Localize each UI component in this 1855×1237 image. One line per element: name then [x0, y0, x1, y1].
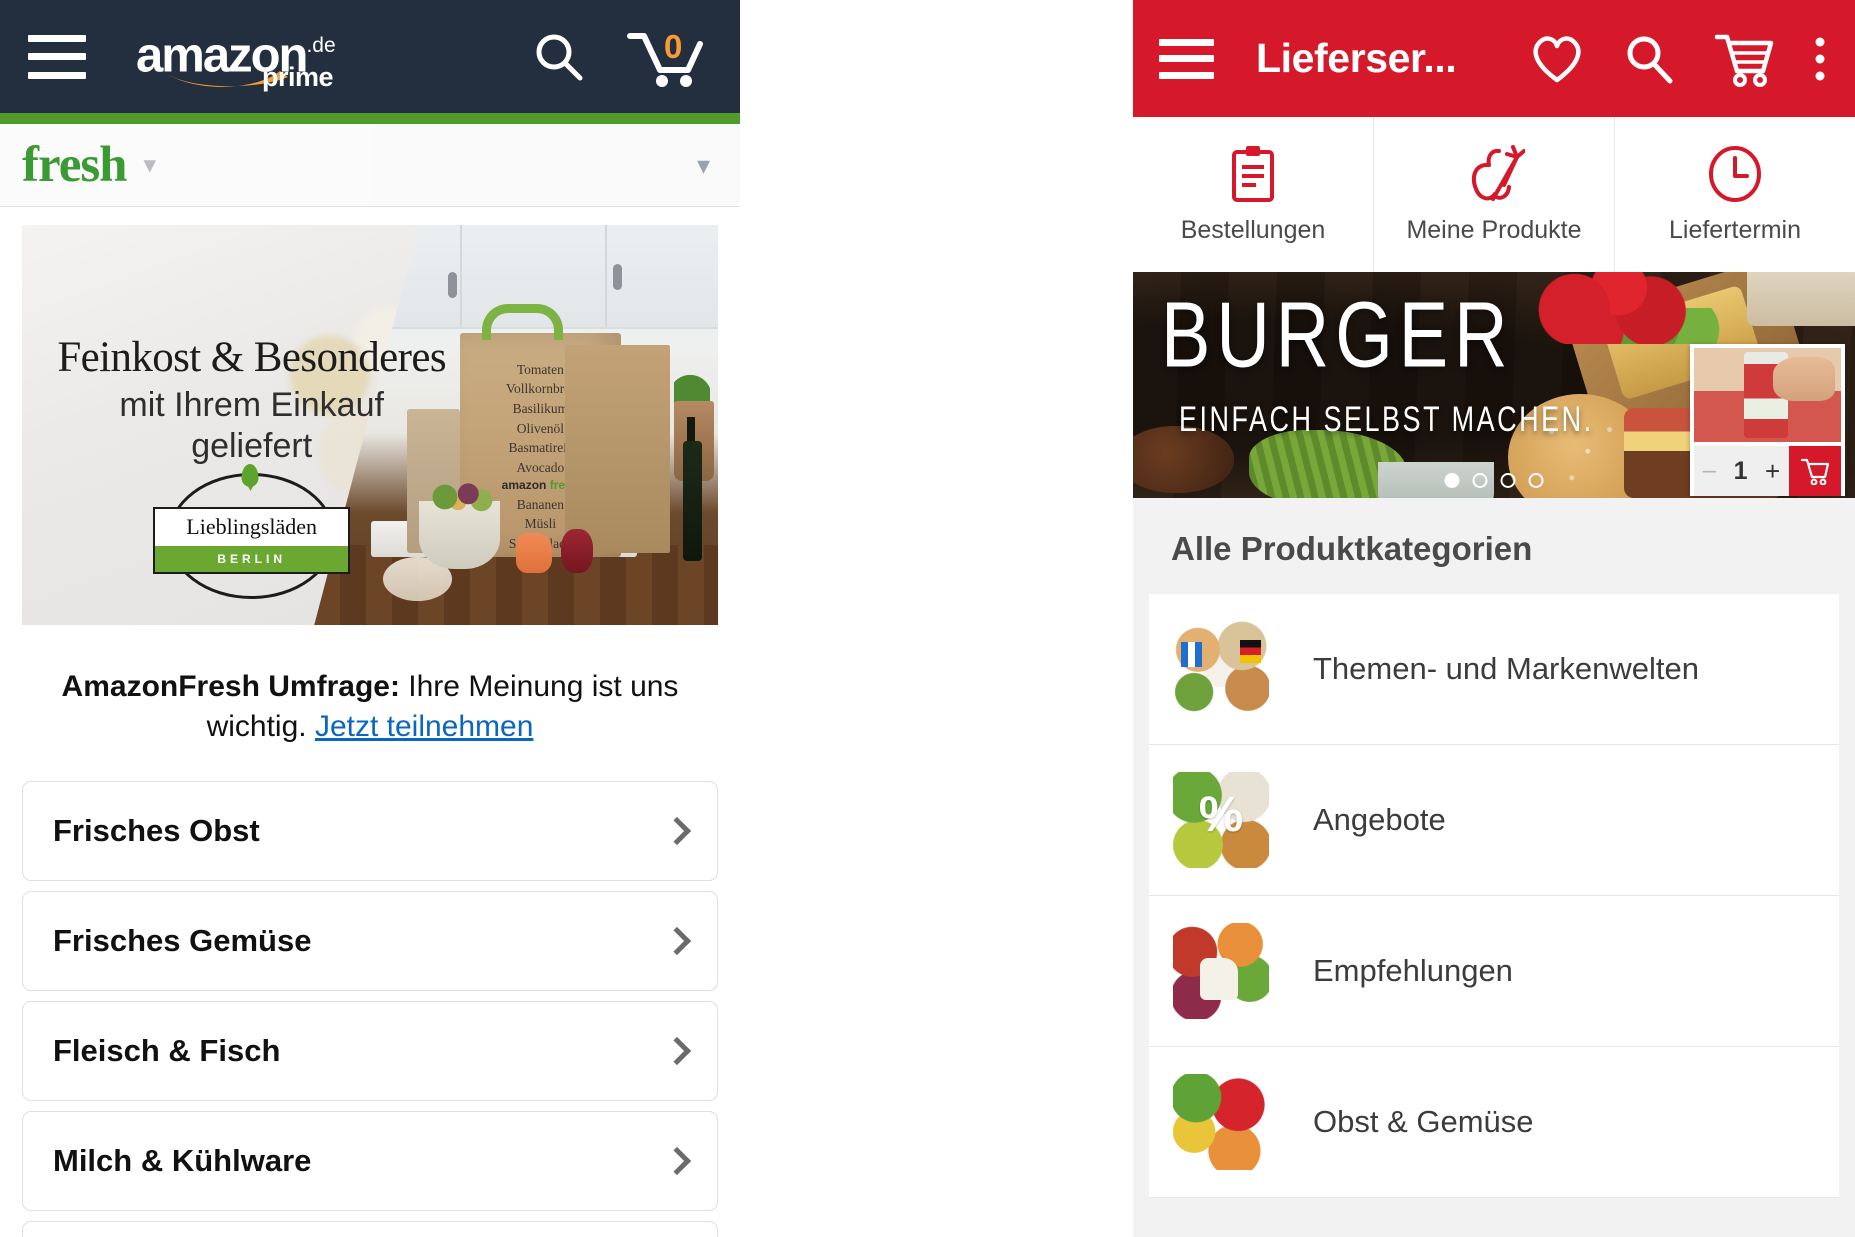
amazon-prime-label: prime [261, 61, 334, 92]
quick-action-tabs: Bestellungen Meine Produkte Liefertermin [1133, 117, 1855, 272]
shopping-cart-icon[interactable]: 0 [626, 26, 704, 88]
quantity-stepper: – 1 + [1694, 446, 1841, 496]
tab-bestellungen[interactable]: Bestellungen [1133, 117, 1373, 272]
carousel-dot[interactable] [1528, 473, 1544, 488]
lieferservice-category-row[interactable]: Themen- und Markenwelten [1149, 594, 1839, 745]
amazon-header: amazon.de prime 0 [0, 0, 740, 113]
fresh-category-label: Milch & Kühlware [53, 1143, 312, 1179]
more-vertical-icon[interactable] [1811, 31, 1829, 87]
category-label: Angebote [1313, 802, 1446, 837]
lieferservice-category-row[interactable]: Empfehlungen [1149, 896, 1839, 1047]
increase-quantity-button[interactable]: + [1765, 456, 1780, 487]
clipboard-icon [1230, 145, 1276, 203]
product-image [1694, 348, 1841, 442]
fresh-category-label: Frisches Gemüse [53, 923, 312, 959]
promo-title: BURGER [1161, 282, 1514, 387]
quantity-value: 1 [1733, 456, 1748, 485]
survey-message: AmazonFresh Umfrage: Ihre Meinung ist un… [44, 667, 696, 747]
chevron-right-icon [662, 1037, 692, 1066]
shopping-cart-icon [1800, 457, 1830, 485]
category-label: Empfehlungen [1313, 953, 1513, 988]
cart-item-count: 0 [664, 27, 683, 65]
location-pin-icon [241, 463, 259, 487]
search-icon[interactable] [530, 28, 588, 86]
fresh-category-row[interactable]: Frisches Obst [22, 781, 718, 882]
carousel-dot-active[interactable] [1444, 473, 1460, 488]
badge-city: BERLIN [155, 546, 348, 573]
chevron-down-icon[interactable]: ▾ [144, 152, 157, 178]
lieferservice-header-actions [1529, 31, 1829, 87]
lieferservice-header: Lieferser... [1133, 0, 1855, 117]
fresh-category-label: Fleisch & Fisch [53, 1033, 281, 1069]
fresh-category-label: Frisches Obst [53, 813, 260, 849]
hero-subtitle: mit Ihrem Einkauf geliefert [119, 386, 384, 466]
clock-icon [1706, 145, 1764, 203]
badge-name: Lieblingsläden [186, 514, 318, 540]
tab-label: Bestellungen [1180, 215, 1326, 244]
amazon-logo-tld: .de [306, 33, 336, 57]
tab-meine-produkte[interactable]: Meine Produkte [1373, 117, 1614, 272]
fresh-category-row[interactable]: Frisches Gemüse [22, 891, 718, 992]
lieblingslaeden-badge: Lieblingsläden BERLIN [153, 463, 350, 600]
lieferservice-category-row[interactable]: Angebote [1149, 745, 1839, 896]
section-title: Alle Produktkategorien [1171, 530, 1533, 567]
apple-carrot-icon [1463, 144, 1525, 203]
add-to-cart-button[interactable] [1789, 446, 1841, 496]
fresh-store-logo[interactable]: fresh [22, 136, 128, 194]
shopping-cart-icon[interactable] [1713, 31, 1775, 87]
fresh-subnav: fresh ▾ ▾ [0, 124, 740, 207]
lieferservice-panel: Lieferser... Bestellungen Meine Produkte… [1133, 0, 1855, 1237]
fruit-vegetables-icon [1173, 1074, 1269, 1170]
world-foods-icon [1173, 621, 1269, 717]
carousel-dot[interactable] [1500, 473, 1516, 488]
thumbs-up-icon [1173, 923, 1269, 1019]
tab-label: Meine Produkte [1406, 215, 1582, 244]
hamburger-menu-icon[interactable] [28, 34, 86, 79]
fresh-category-row-partial[interactable] [22, 1221, 718, 1237]
amazon-fresh-panel: amazon.de prime 0 fresh ▾ ▾ Tomaten Voll… [0, 0, 740, 1237]
fresh-category-row[interactable]: Milch & Kühlware [22, 1111, 718, 1212]
chevron-down-icon[interactable]: ▾ [697, 150, 710, 181]
fresh-category-list: Frisches Obst Frisches Gemüse Fleisch & … [22, 781, 718, 1237]
survey-bold-prefix: AmazonFresh Umfrage: [61, 670, 400, 703]
amazon-logo[interactable]: amazon.de prime [136, 24, 336, 92]
fresh-accent-bar [0, 113, 740, 124]
app-title: Lieferser... [1256, 35, 1457, 81]
tab-label: Liefertermin [1669, 215, 1801, 244]
hero-title: Feinkost & Besonderes [57, 334, 447, 381]
fresh-category-row[interactable]: Fleisch & Fisch [22, 1001, 718, 1102]
tab-liefertermin[interactable]: Liefertermin [1614, 117, 1855, 272]
category-label: Obst & Gemüse [1313, 1104, 1534, 1139]
survey-link[interactable]: Jetzt teilnehmen [315, 710, 533, 743]
hero-banner[interactable]: Tomaten Vollkornbrot Basilikum Olivenöl … [22, 225, 718, 625]
promo-product-card[interactable]: – 1 + [1690, 344, 1845, 496]
carousel-dot[interactable] [1472, 473, 1488, 488]
promo-subtitle: EINFACH SELBST MACHEN. [1179, 400, 1594, 439]
search-bar[interactable]: ▾ [370, 126, 740, 204]
heart-icon[interactable] [1529, 33, 1585, 85]
amazon-header-actions: 0 [530, 26, 718, 88]
chevron-right-icon [662, 817, 692, 846]
promo-carousel[interactable]: BURGER EINFACH SELBST MACHEN. – 1 + [1133, 272, 1855, 498]
percent-offers-icon [1173, 772, 1269, 868]
screenshot-stage: amazon.de prime 0 fresh ▾ ▾ Tomaten Voll… [0, 0, 1855, 1237]
chevron-right-icon [662, 1147, 692, 1176]
category-label: Themen- und Markenwelten [1313, 651, 1699, 686]
chevron-right-icon [662, 927, 692, 956]
hamburger-menu-icon[interactable] [1159, 38, 1214, 79]
carousel-dots [1444, 473, 1544, 488]
decrease-quantity-button[interactable]: – [1703, 457, 1716, 485]
lieferservice-category-row[interactable]: Obst & Gemüse [1149, 1047, 1839, 1198]
search-icon[interactable] [1621, 31, 1677, 87]
